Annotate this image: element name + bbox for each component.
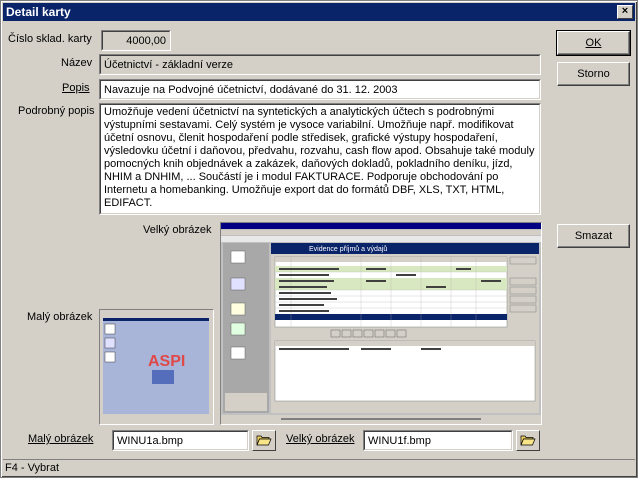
small-image: ASPI: [99, 309, 214, 425]
large-image-screenshot: Evidence příjmů a výdajů: [221, 223, 541, 424]
storno-button-label: Storno: [577, 68, 610, 80]
large-image: Evidence příjmů a výdajů: [220, 222, 542, 425]
close-button[interactable]: ×: [617, 5, 633, 19]
velky-file-label-text: Velký obrázek: [286, 433, 355, 445]
status-text: F4 - Vybrat: [5, 462, 59, 474]
ok-button[interactable]: OK: [556, 30, 631, 56]
popis-input[interactable]: Navazuje na Podvojné účetnictví, dodávan…: [99, 79, 541, 100]
popis-value: Navazuje na Podvojné účetnictví, dodávan…: [104, 84, 398, 96]
close-icon: ×: [621, 5, 629, 17]
velky-browse-button[interactable]: [516, 430, 540, 451]
maly-obrazek-label: Malý obrázek: [27, 311, 93, 323]
maly-file-value: WINU1a.bmp: [117, 435, 184, 447]
maly-file-label-text: Malý obrázek: [28, 433, 94, 445]
maly-file-label: Malý obrázek: [28, 433, 93, 445]
cislo-field: 4000,00: [101, 30, 171, 51]
cislo-label: Číslo sklad. karty: [8, 33, 92, 45]
folder-open-icon: [256, 435, 272, 446]
podrobny-value: Umožňuje vedení účetnictví na syntetický…: [104, 106, 535, 209]
maly-file-input[interactable]: WINU1a.bmp: [112, 430, 249, 451]
popis-label: Popis: [62, 82, 90, 94]
popis-label-text: Popis: [62, 82, 90, 94]
title-bar: Detail karty ×: [3, 3, 635, 21]
small-image-screenshot: ASPI: [100, 310, 213, 424]
cislo-value: 4000,00: [126, 35, 166, 47]
window-title: Detail karty: [6, 5, 71, 19]
smazat-button[interactable]: Smazat: [557, 224, 630, 248]
velky-file-value: WINU1f.bmp: [368, 435, 431, 447]
dialog-window: Detail karty × Číslo sklad. karty 4000,0…: [0, 0, 638, 478]
podrobny-textarea[interactable]: Umožňuje vedení účetnictví na syntetický…: [99, 103, 541, 215]
nazev-label: Název: [61, 57, 93, 69]
nazev-field: Účetnictví - základní verze: [99, 54, 541, 75]
folder-open-icon: [520, 435, 536, 446]
small-image-logo: ASPI: [148, 353, 185, 370]
nazev-value: Účetnictví - základní verze: [104, 59, 233, 71]
velky-obrazek-label: Velký obrázek: [143, 224, 212, 236]
status-bar: F4 - Vybrat: [3, 459, 635, 477]
storno-button[interactable]: Storno: [557, 62, 630, 86]
ok-button-label: OK: [585, 37, 602, 49]
smazat-button-label: Smazat: [574, 230, 613, 242]
velky-file-label: Velký obrázek: [286, 433, 354, 445]
maly-browse-button[interactable]: [252, 430, 276, 451]
velky-file-input[interactable]: WINU1f.bmp: [363, 430, 513, 451]
large-image-title: Evidence příjmů a výdajů: [309, 245, 387, 253]
podrobny-label: Podrobný popis: [18, 105, 95, 117]
